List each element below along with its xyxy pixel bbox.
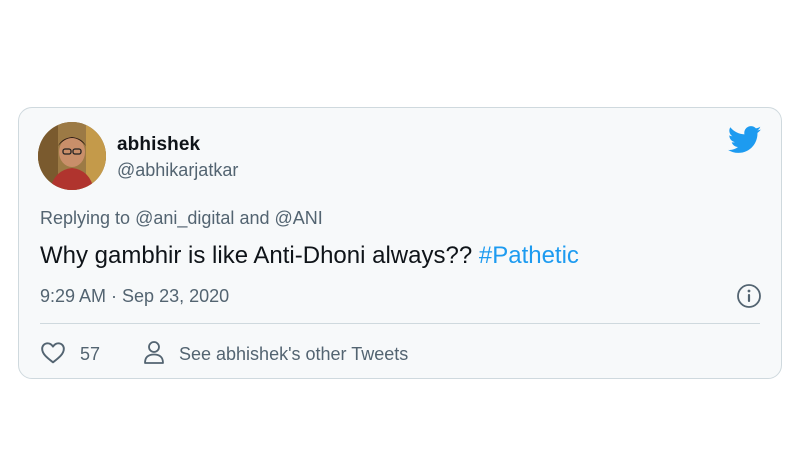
reply-mention-ani[interactable]: @ANI [275,208,323,228]
like-button[interactable]: 57 [40,341,100,367]
reply-joiner: and [239,208,270,228]
avatar[interactable] [38,122,106,190]
hashtag-link[interactable]: #Pathetic [479,242,579,269]
twitter-bird-icon[interactable] [727,126,762,154]
tweet-body: Why gambhir is like Anti-Dhoni always?? [40,242,473,269]
author-handle[interactable]: @abhikarjatkar [117,160,238,181]
like-count: 57 [80,343,101,364]
person-icon [143,339,165,370]
tweet-text: Why gambhir is like Anti-Dhoni always?? … [40,242,579,270]
tweet-timestamp[interactable]: 9:29 AM · Sep 23, 2020 [40,286,229,307]
heart-icon[interactable] [40,340,66,369]
author-display-name[interactable]: abhishek [117,134,200,156]
see-other-tweets-label: See abhishek's other Tweets [179,343,409,364]
info-icon[interactable] [736,283,762,309]
reply-mention-ani-digital[interactable]: @ani_digital [135,208,234,228]
reply-prefix: Replying to [40,208,131,228]
reply-context: Replying to @ani_digital and @ANI [40,208,323,229]
divider [40,323,760,324]
tweet-card[interactable]: abhishek @abhikarjatkar Replying to @ani… [18,107,782,379]
see-other-tweets-link[interactable]: See abhishek's other Tweets [143,339,409,370]
